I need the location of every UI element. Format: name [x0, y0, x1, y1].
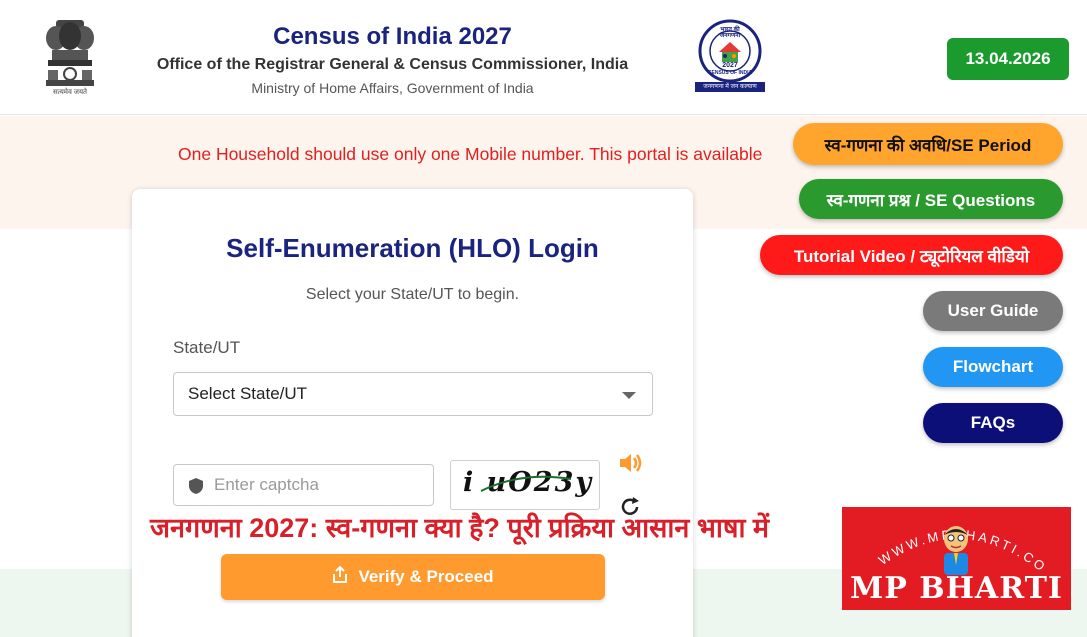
login-card: Self-Enumeration (HLO) Login Select your…	[132, 189, 693, 637]
verify-label: Verify & Proceed	[358, 567, 494, 586]
speaker-icon[interactable]	[618, 451, 644, 480]
census-logo-year: 2027	[722, 62, 738, 69]
state-select[interactable]: Select State/UT	[173, 372, 653, 416]
captcha-noise	[480, 475, 572, 492]
verify-proceed-button[interactable]: Verify & Proceed	[221, 554, 605, 600]
flowchart-button[interactable]: Flowchart	[923, 347, 1063, 387]
se-questions-button[interactable]: स्व-गणना प्रश्न / SE Questions	[799, 179, 1063, 219]
captcha-input[interactable]	[214, 471, 424, 499]
tutorial-video-button[interactable]: Tutorial Video / ट्यूटोरियल वीडियो	[760, 235, 1063, 275]
se-period-button[interactable]: स्व-गणना की अवधि/SE Period	[793, 123, 1063, 165]
login-title: Self-Enumeration (HLO) Login	[226, 233, 599, 263]
mpbharti-brand: MP BHARTI	[850, 571, 1063, 606]
census-logo-bottom: CENSUS OF INDIA	[707, 70, 753, 76]
census-logo-text: भारत की जनगणना	[719, 27, 741, 39]
captcha-image: i uO23y	[450, 460, 600, 510]
login-subtitle: Select your State/UT to begin.	[305, 286, 520, 303]
page-title: Census of India 2027	[273, 23, 512, 50]
overlay-caption: जनगणना 2027: स्व-गणना क्या है? पूरी प्रक…	[150, 513, 770, 543]
share-icon	[332, 565, 348, 589]
chevron-down-icon	[622, 392, 636, 399]
census-logo: भारत की जनगणना 2027 CENSUS OF INDIA जनगण…	[695, 16, 765, 94]
user-guide-button[interactable]: User Guide	[923, 291, 1063, 331]
office-name: Office of the Registrar General & Census…	[156, 56, 629, 73]
census-logo-tagline: जनगणना में जन कल्याण	[695, 82, 765, 92]
ministry-name: Ministry of Home Affairs, Government of …	[251, 80, 534, 96]
shield-icon	[188, 477, 204, 500]
faqs-button[interactable]: FAQs	[923, 403, 1063, 443]
site-header: सत्यमेव जयते Census of India 2027 Office…	[0, 0, 1087, 115]
national-emblem-icon: सत्यमेव जयते	[42, 16, 98, 100]
state-label: State/UT	[173, 338, 241, 357]
date-badge: 13.04.2026	[947, 38, 1069, 80]
mpbharti-logo: WWW.MPBHARTI.COM MP BHARTI	[842, 507, 1071, 610]
state-select-value: Select State/UT	[188, 384, 308, 403]
emblem-motto: सत्यमेव जयते	[52, 89, 88, 96]
captcha-field[interactable]	[173, 464, 434, 506]
notice-text: One Household should use only one Mobile…	[178, 144, 763, 164]
